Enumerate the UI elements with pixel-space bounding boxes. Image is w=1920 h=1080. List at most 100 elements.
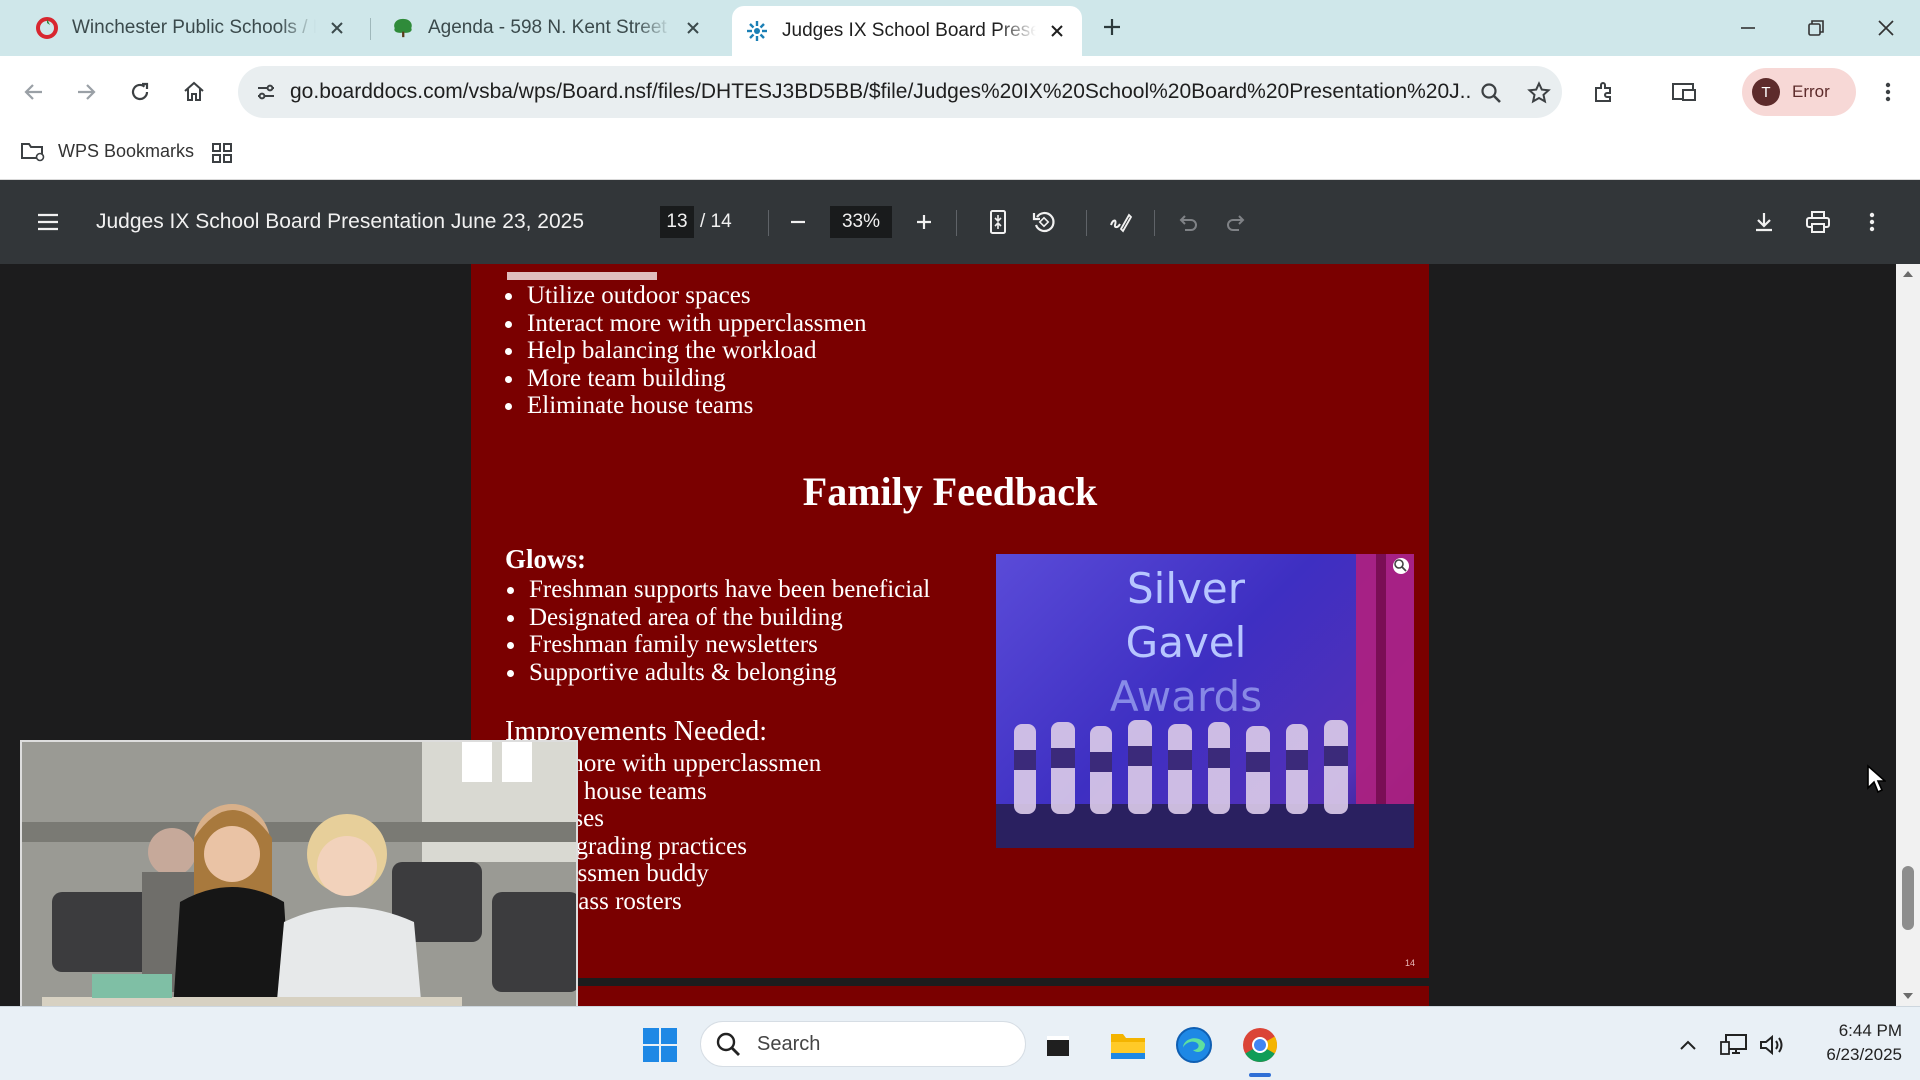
rotate-icon[interactable] xyxy=(1028,206,1060,238)
annotate-pen-icon[interactable] xyxy=(1104,206,1136,238)
toolbar-divider xyxy=(956,210,957,236)
bookmark-star-icon[interactable] xyxy=(1524,78,1554,108)
zoom-magnifier-icon[interactable] xyxy=(1476,78,1506,108)
cast-media-icon[interactable] xyxy=(1666,74,1702,110)
network-icon[interactable] xyxy=(1718,1029,1750,1061)
zoom-in-button[interactable] xyxy=(908,206,940,238)
minimize-button[interactable] xyxy=(1728,10,1768,46)
photo-text: Gavel xyxy=(1125,618,1247,667)
windows-taskbar: Search 6:44 PM 6/23/2025 xyxy=(0,1006,1920,1080)
print-icon[interactable] xyxy=(1802,206,1834,238)
undo-icon[interactable] xyxy=(1172,206,1204,238)
bookmark-label: WPS Bookmarks xyxy=(58,140,195,161)
bullet-item: Interact more with upperclassmen xyxy=(503,310,866,338)
boarddocs-icon xyxy=(746,20,768,42)
close-tab-icon[interactable] xyxy=(682,17,704,39)
redo-icon[interactable] xyxy=(1220,206,1252,238)
bullet-item: Eliminate house teams xyxy=(503,392,866,420)
close-tab-icon[interactable] xyxy=(1046,20,1068,42)
toolbar-divider xyxy=(1086,210,1087,236)
glows-list: Freshman supports have been beneficial D… xyxy=(505,576,930,686)
silver-gavel-awards-photo: Silver Gavel Awards xyxy=(996,554,1414,848)
download-icon[interactable] xyxy=(1748,206,1780,238)
browser-toolbar: go.boarddocs.com/vsba/wps/Board.nsf/file… xyxy=(0,56,1920,128)
bookmarks-bar: WPS Bookmarks xyxy=(0,128,1920,180)
home-button[interactable] xyxy=(176,74,212,110)
address-bar[interactable]: go.boarddocs.com/vsba/wps/Board.nsf/file… xyxy=(238,66,1562,118)
search-icon xyxy=(716,1032,740,1056)
zoom-out-button[interactable] xyxy=(782,206,814,238)
tab-strip: Winchester Public Schools / Ho Agenda - … xyxy=(0,0,1920,56)
slide-next xyxy=(471,986,1429,1006)
bullet-item: Freshman family newsletters xyxy=(505,631,930,659)
profile-status: Error xyxy=(1792,82,1830,101)
bullet-item: Freshman supports have been beneficial xyxy=(505,576,930,604)
photo-text: Silver xyxy=(1127,564,1245,613)
site-settings-icon[interactable] xyxy=(250,76,282,108)
start-button[interactable] xyxy=(638,1023,682,1067)
tab-separator xyxy=(370,18,371,40)
windows-logo-icon xyxy=(643,1028,677,1062)
previous-slide-bullets: Utilize outdoor spaces Interact more wit… xyxy=(503,282,866,420)
taskbar-search-box[interactable]: Search xyxy=(700,1021,1026,1067)
system-clock[interactable]: 6:44 PM 6/23/2025 xyxy=(1800,1019,1902,1067)
tab-judges-ix-presentation[interactable]: Judges IX School Board Present xyxy=(732,6,1082,56)
profile-button[interactable]: T Error xyxy=(1742,68,1856,116)
folder-icon xyxy=(21,143,45,162)
toolbar-divider xyxy=(768,210,769,236)
close-window-button[interactable] xyxy=(1866,10,1906,46)
tab-title: Judges IX School Board Present xyxy=(782,20,1036,41)
volume-icon[interactable] xyxy=(1756,1029,1788,1061)
url-text[interactable]: go.boarddocs.com/vsba/wps/Board.nsf/file… xyxy=(290,80,1470,104)
file-explorer-icon[interactable] xyxy=(1106,1023,1150,1067)
page-number-input[interactable]: 13 xyxy=(660,206,694,238)
restore-button[interactable] xyxy=(1796,10,1836,46)
zoom-level-input[interactable]: 33% xyxy=(830,206,892,238)
page-total: / 14 xyxy=(700,211,732,232)
mouse-pointer-icon xyxy=(1866,764,1888,799)
tab-winchester-public-schools[interactable]: Winchester Public Schools / Ho xyxy=(22,8,362,48)
more-options-icon[interactable] xyxy=(1856,206,1888,238)
extensions-icon[interactable] xyxy=(1586,74,1622,110)
reload-button[interactable] xyxy=(122,74,158,110)
glows-heading: Glows: xyxy=(505,544,586,574)
menu-icon[interactable] xyxy=(32,206,64,238)
avatar: T xyxy=(1752,78,1780,106)
bullet-item: Help balancing the workload xyxy=(503,337,866,365)
fit-page-icon[interactable] xyxy=(982,206,1014,238)
task-view-icon[interactable] xyxy=(1036,1023,1080,1067)
clock-time: 6:44 PM xyxy=(1838,1021,1902,1040)
photo-caption: Silver Gavel Awards xyxy=(1106,562,1266,724)
document-title: Judges IX School Board Presentation June… xyxy=(96,210,585,233)
bullet-item: Supportive adults & belonging xyxy=(505,659,930,687)
scroll-up-arrow-icon[interactable] xyxy=(1896,266,1920,282)
new-tab-button[interactable] xyxy=(1097,12,1127,42)
tree-icon xyxy=(392,17,414,39)
tab-title: Agenda - 598 N. Kent Street | W xyxy=(428,17,672,38)
slide-title: Family Feedback xyxy=(802,469,1098,514)
slide-family-feedback: Family Feedback Glows: Freshman supports… xyxy=(471,434,1429,978)
edge-browser-icon[interactable] xyxy=(1172,1023,1216,1067)
cut-off-text-line xyxy=(507,272,657,280)
chrome-icon[interactable] xyxy=(1238,1023,1282,1067)
scrollbar-thumb[interactable] xyxy=(1902,866,1914,930)
tab-agenda[interactable]: Agenda - 598 N. Kent Street | W xyxy=(378,8,718,48)
pdf-toolbar: Judges IX School Board Presentation June… xyxy=(0,180,1920,264)
close-tab-icon[interactable] xyxy=(326,17,348,39)
slide-page-number: 14 xyxy=(1404,958,1415,968)
bullet-item: Utilize outdoor spaces xyxy=(503,282,866,310)
tab-title: Winchester Public Schools / Ho xyxy=(72,17,316,38)
bullet-item: More team building xyxy=(503,365,866,393)
show-hidden-icons-chevron-icon[interactable] xyxy=(1672,1029,1704,1061)
back-button[interactable] xyxy=(16,74,52,110)
vertical-scrollbar[interactable] xyxy=(1896,264,1920,1006)
clock-date: 6/23/2025 xyxy=(1826,1045,1902,1064)
photo-text: Awards xyxy=(1109,672,1263,721)
apps-grid-icon[interactable] xyxy=(210,141,234,170)
scroll-down-arrow-icon[interactable] xyxy=(1896,988,1920,1004)
forward-button[interactable] xyxy=(68,74,104,110)
chrome-running-indicator xyxy=(1249,1073,1271,1077)
browser-menu-icon[interactable] xyxy=(1870,74,1906,110)
toolbar-divider xyxy=(1154,210,1155,236)
bookmark-folder-wps[interactable]: WPS Bookmarks xyxy=(20,140,194,162)
